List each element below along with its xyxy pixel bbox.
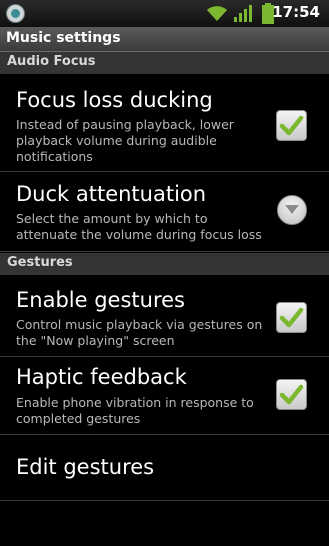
section-label: Audio Focus [7, 54, 96, 69]
wifi-icon [207, 6, 227, 21]
section-header-audio-focus: Audio Focus [0, 52, 329, 74]
checkmark-icon [279, 307, 304, 328]
section-label: Gestures [7, 255, 73, 270]
pref-title: Focus loss ducking [16, 88, 213, 112]
pref-edit-gestures[interactable]: Edit gestures [0, 435, 329, 501]
section-header-gestures: Gestures [0, 253, 329, 275]
checkmark-icon [279, 384, 304, 405]
checkmark-icon [279, 115, 304, 136]
pref-haptic-feedback[interactable]: Haptic feedback Enable phone vibration i… [0, 357, 329, 435]
status-bar: 17:54 [0, 0, 329, 27]
pref-title: Duck attentuation [16, 182, 207, 206]
pref-summary: Enable phone vibration in response to co… [16, 395, 254, 426]
app-notification-icon [6, 4, 25, 23]
pref-summary: Select the amount by which to attenuate … [16, 211, 262, 242]
title-bar: Music settings [0, 27, 329, 52]
signal-icon [234, 5, 252, 22]
duck-attentuation-dropdown[interactable] [277, 195, 307, 225]
pref-duck-attentuation[interactable]: Duck attentuation Select the amount by w… [0, 172, 329, 252]
pref-focus-loss-ducking[interactable]: Focus loss ducking Instead of pausing pl… [0, 74, 329, 172]
page-title: Music settings [6, 30, 121, 46]
chevron-down-icon [285, 205, 299, 214]
haptic-feedback-checkbox[interactable] [276, 379, 307, 410]
focus-loss-ducking-checkbox[interactable] [276, 110, 307, 141]
pref-summary: Instead of pausing playback, lower playb… [16, 117, 234, 164]
pref-summary: Control music playback via gestures on t… [16, 317, 263, 348]
pref-enable-gestures[interactable]: Enable gestures Control music playback v… [0, 275, 329, 357]
clock: 17:54 [272, 3, 320, 21]
pref-title: Edit gestures [16, 455, 155, 479]
pref-title: Haptic feedback [16, 365, 187, 389]
pref-title: Enable gestures [16, 288, 185, 312]
enable-gestures-checkbox[interactable] [276, 302, 307, 333]
